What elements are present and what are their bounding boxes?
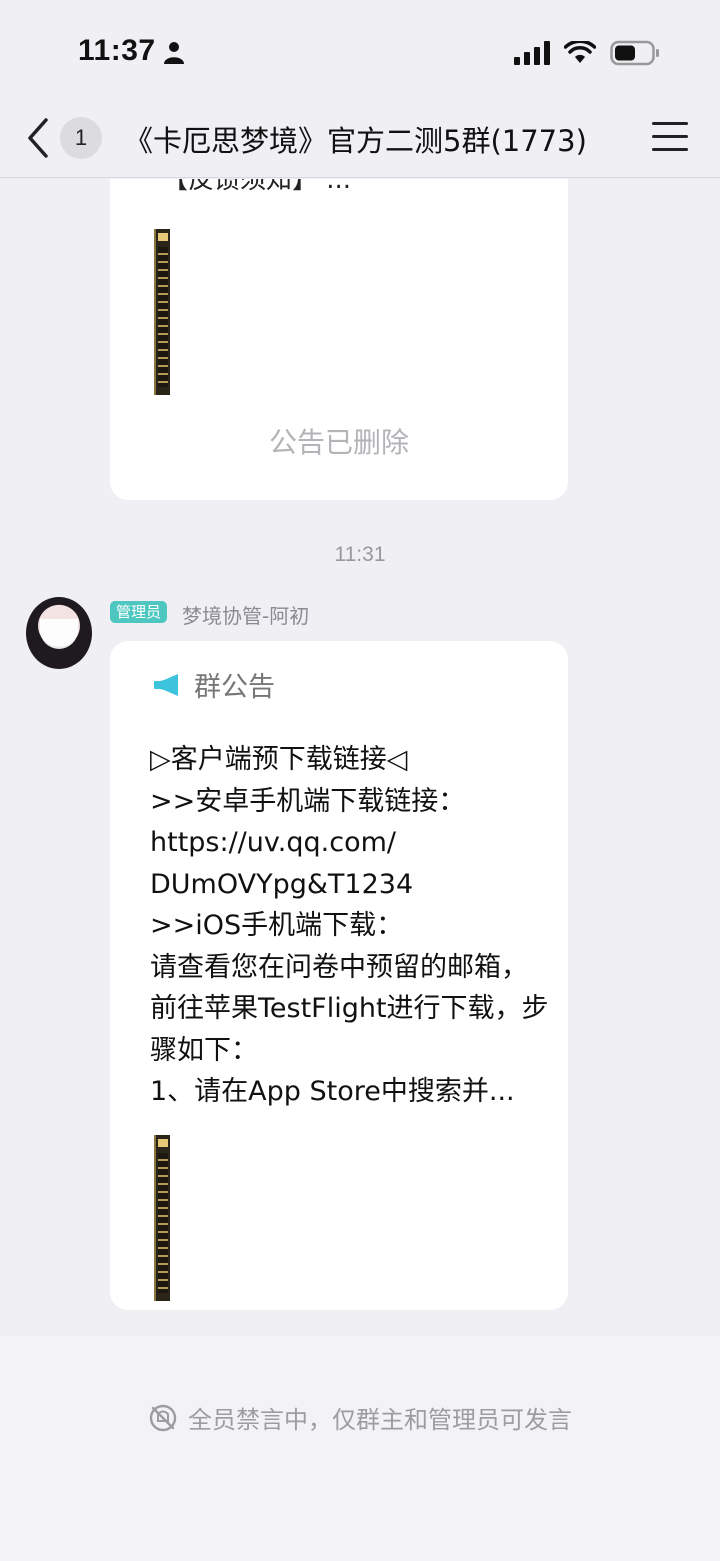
announcement-image-thumbnail[interactable] [154, 1135, 170, 1301]
chat-area[interactable]: 【反馈须知】 ... 公告已删除 11:31 管理员 梦境协管-阿初 群公告 ▷… [0, 179, 720, 1336]
megaphone-icon [154, 673, 178, 696]
person-icon [164, 42, 184, 64]
battery-icon [610, 40, 659, 66]
input-area: 全员禁言中，仅群主和管理员可发言 [0, 1336, 720, 1561]
back-chevron-icon[interactable] [22, 116, 56, 160]
nav-bar: 1 《卡厄思梦境》官方二测5群(1773) [0, 100, 720, 178]
announcement-body: ▷客户端预下载链接◁ >>安卓手机端下载链接： https://uv.qq.co… [150, 744, 549, 1107]
unread-count-badge[interactable]: 1 [60, 117, 102, 159]
deleted-announcement-card[interactable]: 【反馈须知】 ... 公告已删除 [110, 179, 568, 500]
announcement-card[interactable]: 群公告 ▷客户端预下载链接◁ >>安卓手机端下载链接： https://uv.q… [110, 641, 568, 1310]
partial-announcement-text: 【反馈须知】 ... [162, 179, 352, 195]
announcement-label: 群公告 [194, 672, 275, 703]
admin-role-badge: 管理员 [110, 601, 168, 623]
group-title[interactable]: 《卡厄思梦境》官方二测5群(1773) [124, 118, 587, 160]
sender-name[interactable]: 梦境协管-阿初 [182, 600, 309, 629]
status-time: 11:37 [78, 34, 156, 67]
announcement-image-thumbnail[interactable] [154, 229, 170, 395]
mute-notice: 全员禁言中，仅群主和管理员可发言 [0, 1400, 720, 1435]
sender-avatar[interactable] [26, 597, 92, 669]
status-bar: 11:37 [0, 0, 720, 100]
announcement-header: 群公告 [154, 665, 275, 704]
cellular-signal-icon [514, 41, 550, 65]
menu-icon[interactable] [652, 122, 688, 156]
mute-notice-text: 全员禁言中，仅群主和管理员可发言 [188, 1406, 572, 1434]
muted-icon [149, 1404, 177, 1431]
time-divider: 11:31 [334, 543, 386, 566]
announcement-deleted-label: 公告已删除 [268, 426, 409, 459]
wifi-icon [564, 41, 596, 63]
status-indicators [514, 40, 660, 66]
